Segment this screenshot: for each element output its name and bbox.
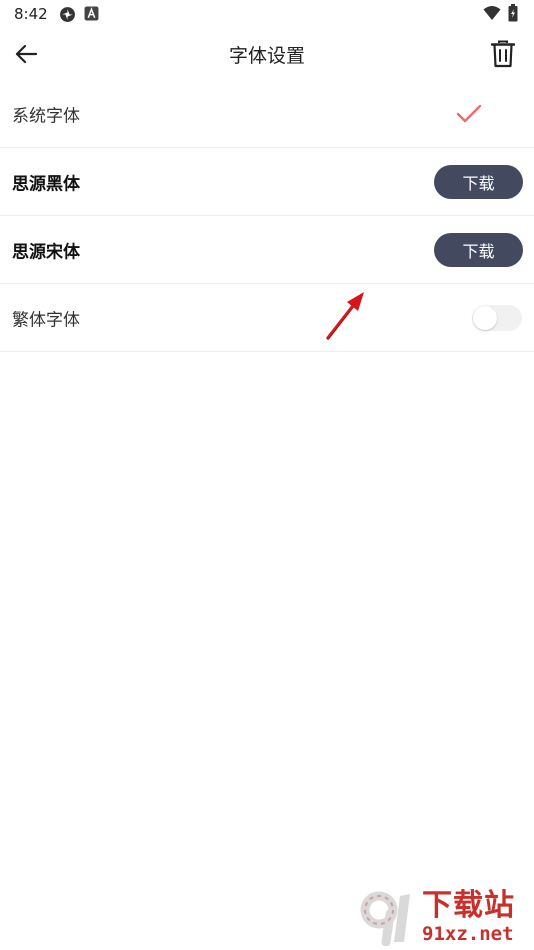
delete-button[interactable] [488,38,518,70]
font-row-traditional: 繁体字体 [0,284,534,352]
trash-icon [491,40,515,68]
battery-icon [508,4,518,26]
annotation-arrow-icon [326,292,364,340]
app-a-icon [84,6,99,25]
traditional-font-toggle[interactable] [472,304,522,331]
status-bar: 8:42 [0,0,534,28]
font-row-source-han-sans: 思源黑体 下载 [0,148,534,216]
font-label: 思源宋体 [12,242,80,262]
font-label: 思源黑体 [12,174,80,194]
font-row-source-han-serif: 思源宋体 下载 [0,216,534,284]
font-row-system[interactable]: 系统字体 [0,80,534,148]
watermark-url: 91xz.net [422,923,514,945]
watermark: 下载站 91xz.net [360,888,532,948]
download-button[interactable]: 下载 [434,164,523,199]
font-list: 系统字体 思源黑体 下载 思源宋体 下载 繁体字体 [0,80,534,352]
app-bar: 字体设置 [0,28,534,80]
font-label: 系统字体 [12,106,80,126]
check-icon [456,104,482,122]
wifi-icon [483,5,501,25]
font-label: 繁体字体 [12,310,80,330]
watermark-logo-icon [360,891,410,946]
watermark-title: 下载站 [422,888,515,923]
toggle-knob [473,305,497,330]
status-time: 8:42 [14,5,48,23]
page-title: 字体设置 [228,45,305,67]
download-button[interactable]: 下载 [434,232,523,267]
pinwheel-icon [59,6,76,27]
